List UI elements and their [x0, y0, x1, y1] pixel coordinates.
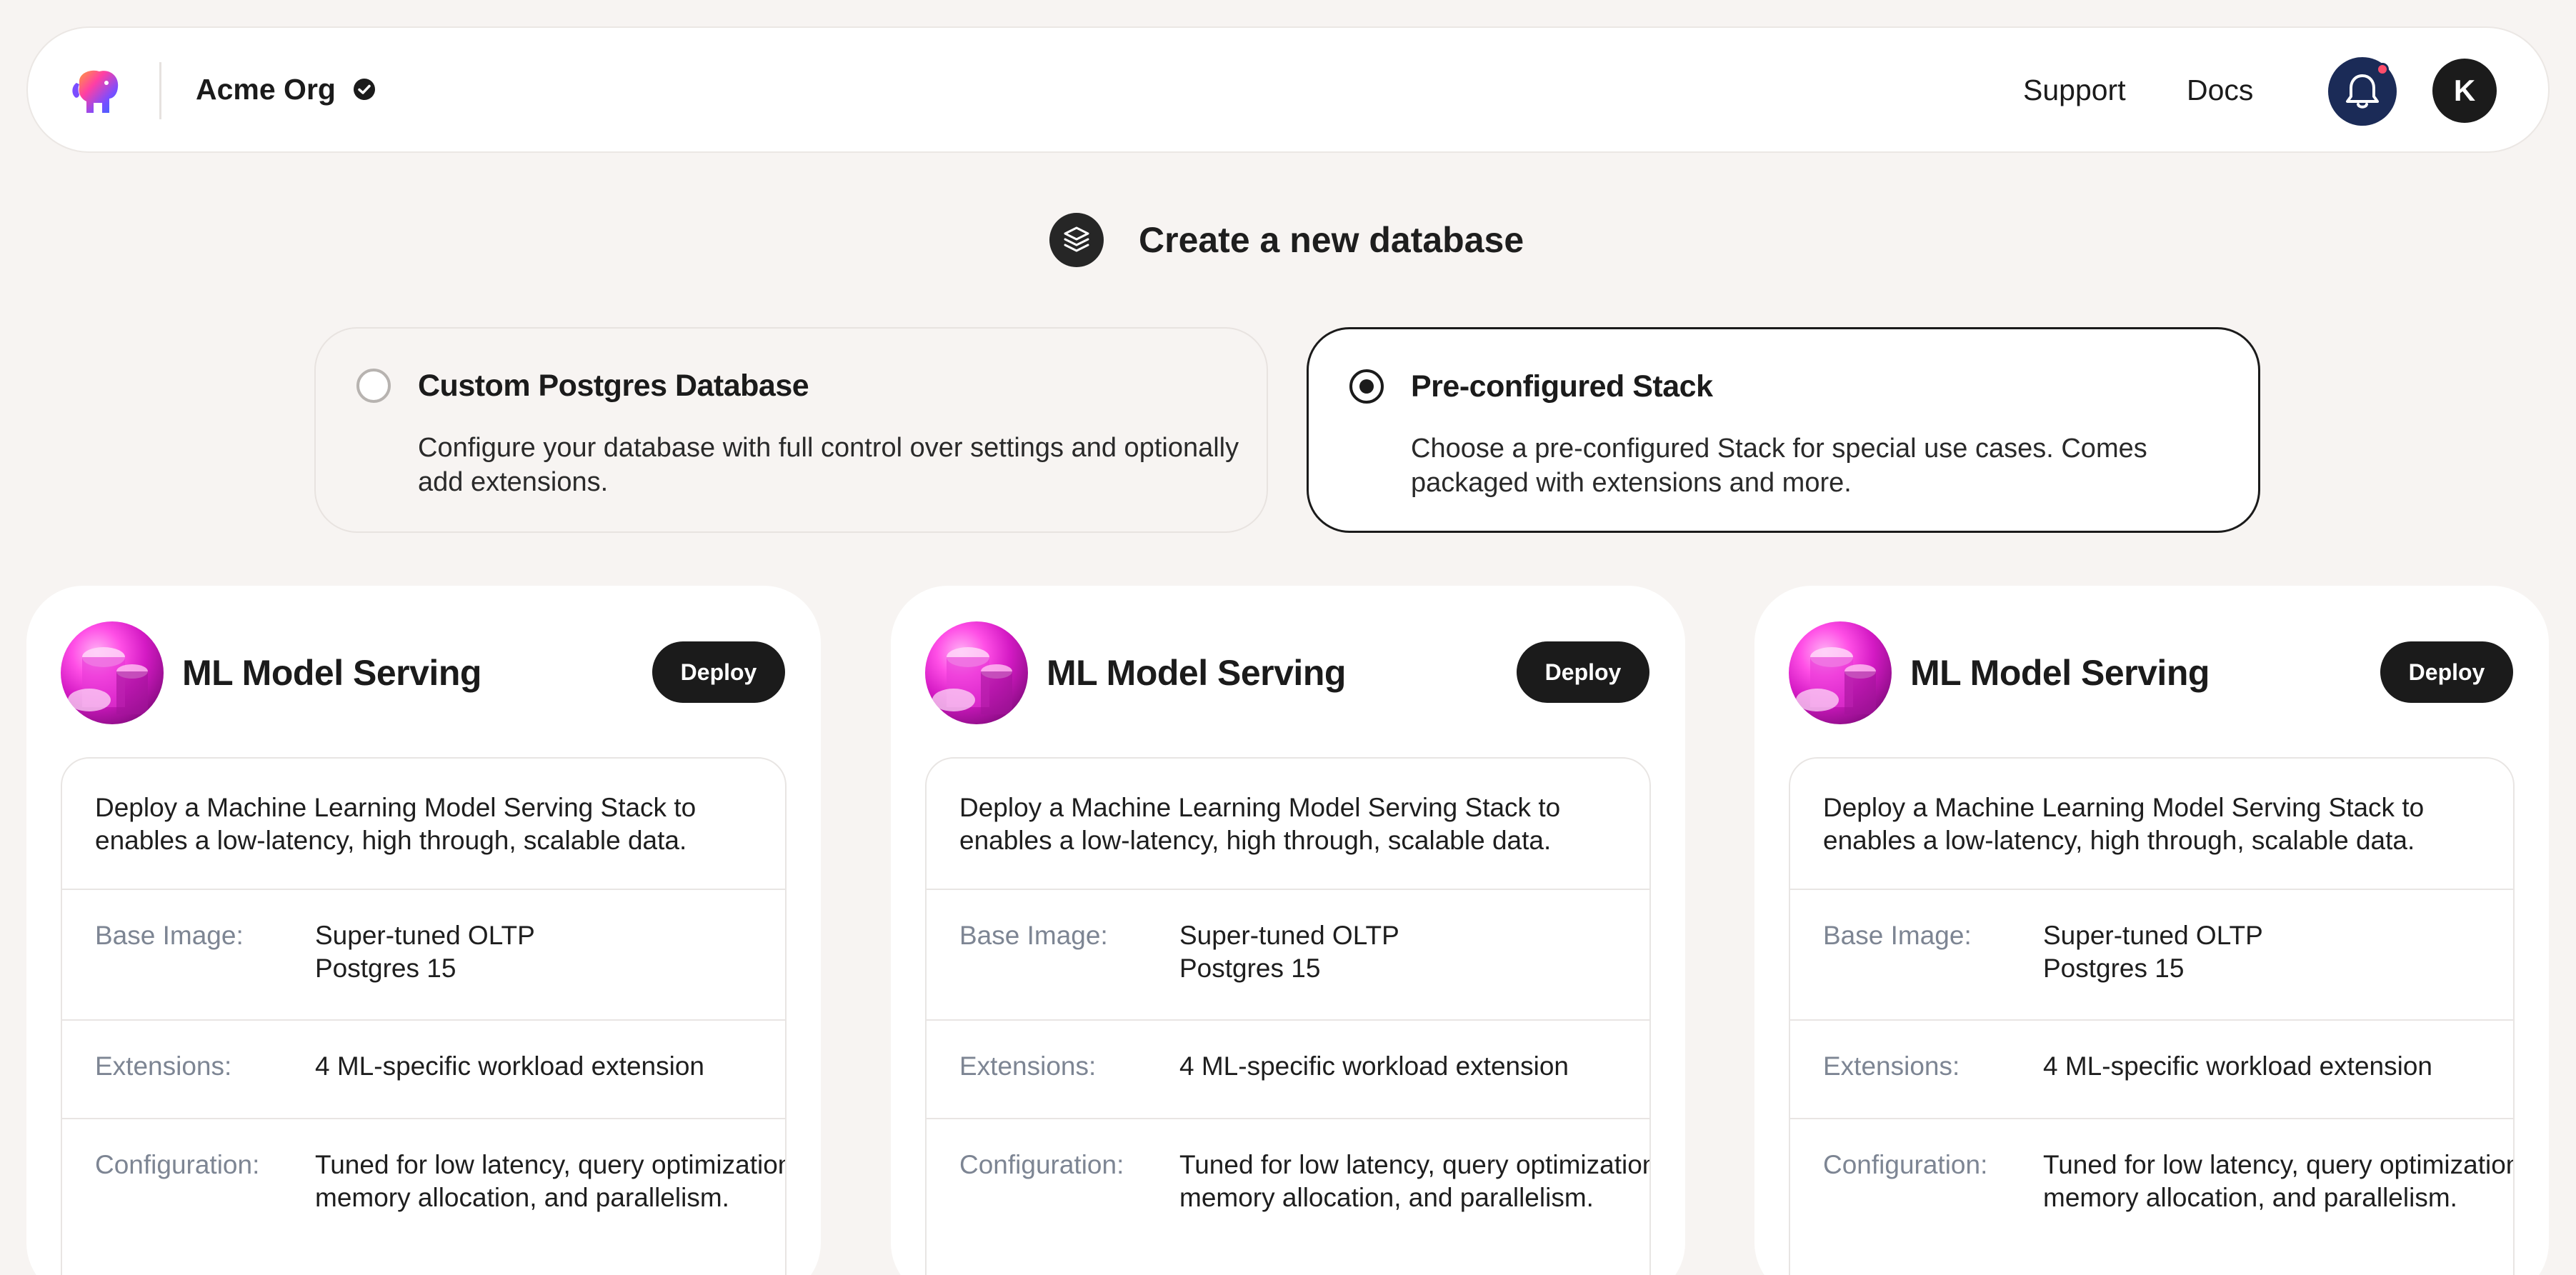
row-divider: [1790, 1118, 2513, 1119]
deploy-button[interactable]: Deploy: [1517, 641, 1649, 703]
card-description: Deploy a Machine Learning Model Serving …: [95, 793, 697, 855]
option-preconfigured-stack[interactable]: Pre-configured Stack Choose a pre-config…: [1307, 327, 2260, 533]
org-name[interactable]: Acme Org: [196, 69, 336, 109]
extensions-label: Extensions:: [95, 1051, 232, 1081]
row-divider: [62, 889, 785, 890]
notification-dot: [2376, 63, 2389, 76]
option-description: Configure your database with full contro…: [418, 433, 1239, 497]
verified-check-icon: [354, 79, 375, 100]
card-description: Deploy a Machine Learning Model Serving …: [1823, 793, 2425, 855]
base-image-value: Super-tuned OLTP Postgres 15: [315, 921, 535, 983]
header-divider: [159, 62, 161, 119]
base-image-label: Base Image:: [95, 921, 244, 950]
layers-stack-icon: [1049, 213, 1104, 267]
extensions-value: 4 ML-specific workload extension: [2043, 1051, 2432, 1081]
option-custom-postgres[interactable]: Custom Postgres Database Configure your …: [314, 327, 1268, 533]
card-title: ML Model Serving: [1047, 653, 1346, 693]
card-description: Deploy a Machine Learning Model Serving …: [959, 793, 1561, 855]
configuration-value: Tuned for low latency, query optimizatio…: [1179, 1150, 1651, 1212]
top-nav-bar: Acme Org Support Docs K: [26, 26, 2550, 153]
base-image-value: Super-tuned OLTP Postgres 15: [2043, 921, 2263, 983]
docs-link[interactable]: Docs: [2187, 71, 2253, 109]
configuration-label: Configuration:: [1823, 1150, 1988, 1179]
row-divider: [62, 1118, 785, 1119]
elephant-logo-icon[interactable]: [69, 67, 122, 117]
card-title: ML Model Serving: [1910, 653, 2210, 693]
deploy-button[interactable]: Deploy: [652, 641, 785, 703]
stack-card: ML Model Serving Deploy Deploy a Machine…: [26, 586, 821, 1275]
extensions-label: Extensions:: [959, 1051, 1097, 1081]
row-divider: [62, 1019, 785, 1021]
notifications-button[interactable]: [2328, 57, 2397, 126]
configuration-value: Tuned for low latency, query optimizatio…: [315, 1150, 787, 1212]
row-divider: [927, 1118, 1649, 1119]
row-divider: [927, 889, 1649, 890]
stack-art-image: [1789, 621, 1892, 724]
user-avatar[interactable]: K: [2432, 59, 2497, 123]
row-divider: [1790, 889, 2513, 890]
deploy-button[interactable]: Deploy: [2380, 641, 2513, 703]
stack-card: ML Model Serving Deploy Deploy a Machine…: [891, 586, 1685, 1275]
configuration-label: Configuration:: [959, 1150, 1124, 1179]
card-title: ML Model Serving: [182, 653, 481, 693]
configuration-value: Tuned for low latency, query optimizatio…: [2043, 1150, 2515, 1212]
option-title: Pre-configured Stack: [1411, 369, 1713, 404]
base-image-value: Super-tuned OLTP Postgres 15: [1179, 921, 1399, 983]
page-title: Create a new database: [1139, 220, 1524, 260]
stack-details: Deploy a Machine Learning Model Serving …: [925, 757, 1651, 1275]
stack-art-image: [925, 621, 1028, 724]
configuration-label: Configuration:: [95, 1150, 260, 1179]
stack-art-image: [61, 621, 164, 724]
base-image-label: Base Image:: [1823, 921, 1972, 950]
stack-details: Deploy a Machine Learning Model Serving …: [61, 757, 787, 1275]
option-description: Choose a pre-configured Stack for specia…: [1411, 434, 2147, 498]
extensions-value: 4 ML-specific workload extension: [315, 1051, 704, 1081]
stack-details: Deploy a Machine Learning Model Serving …: [1789, 757, 2515, 1275]
radio-custom-postgres[interactable]: [356, 369, 391, 403]
row-divider: [927, 1019, 1649, 1021]
radio-preconfigured-stack[interactable]: [1349, 369, 1384, 404]
extensions-value: 4 ML-specific workload extension: [1179, 1051, 1569, 1081]
option-title: Custom Postgres Database: [418, 369, 809, 403]
bell-icon: [2346, 74, 2379, 109]
stack-card: ML Model Serving Deploy Deploy a Machine…: [1754, 586, 2549, 1275]
base-image-label: Base Image:: [959, 921, 1108, 950]
support-link[interactable]: Support: [2023, 71, 2126, 109]
extensions-label: Extensions:: [1823, 1051, 1960, 1081]
row-divider: [1790, 1019, 2513, 1021]
